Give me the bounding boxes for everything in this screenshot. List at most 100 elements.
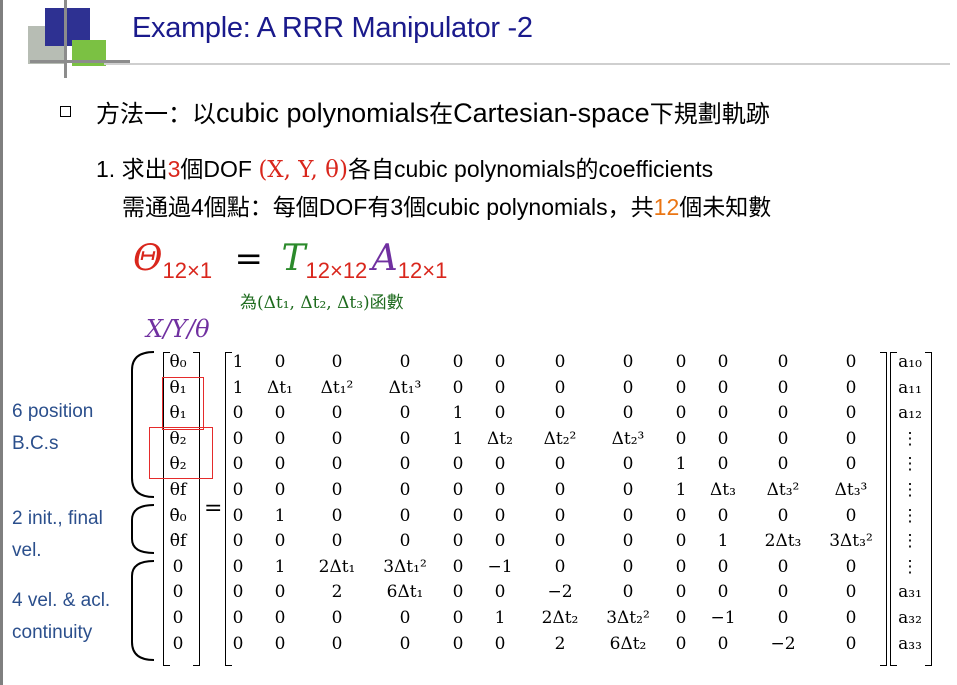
matrix-cell: 0 <box>232 608 244 628</box>
matrix-cell: 0 <box>232 582 244 603</box>
matrix-cell: 0 <box>494 531 506 552</box>
matrix-cell: 0 <box>675 582 687 603</box>
matrix-cell: 0 <box>274 633 286 654</box>
matrix-cell: 0 <box>232 505 244 526</box>
matrix-cell: 0 <box>717 403 729 424</box>
matrix-cell: 0 <box>717 454 729 475</box>
matrix-cell: 0 <box>777 556 789 577</box>
matrix-cell: Δt₁³ <box>388 377 422 398</box>
matrix-cell: 0 <box>845 556 857 577</box>
matrix-cell: 0 <box>554 480 566 500</box>
matrix-cell: 0 <box>717 633 729 654</box>
matrix-cell: 0 <box>845 633 857 654</box>
matrix-cell: 0 <box>675 377 687 398</box>
matrix-cell: 0 <box>274 531 286 552</box>
step-one-line: 1. 求出3個DOF (X, Y, θ)各自cubic polynomials的… <box>96 156 714 183</box>
matrix-cell: 0 <box>399 531 411 552</box>
matrix-cell: 0 <box>399 633 411 654</box>
matrix-cell: 0 <box>232 428 244 449</box>
matrix-cell: 0 <box>331 454 343 475</box>
matrix-cell: 0 <box>452 531 464 552</box>
square-bullet-icon <box>60 106 71 117</box>
matrix-cell: 1 <box>452 403 464 424</box>
matrix-cell: 0 <box>399 428 411 449</box>
function-note: 為(Δt₁, Δt₂, Δt₃)函數 <box>240 293 404 313</box>
slide: Example: A RRR Manipulator -2 方法一：以cubic… <box>0 0 957 685</box>
matrix-cell: 0 <box>554 377 566 398</box>
matrix-left-bracket <box>225 352 232 666</box>
matrix-cell: 0 <box>331 505 343 526</box>
rhs-vector-entry: a₃₂ <box>898 608 922 628</box>
rhs-vector-entry: a₃₃ <box>898 633 922 654</box>
matrix-cell: 0 <box>494 480 506 500</box>
matrix-cell: 0 <box>717 505 729 526</box>
rhs-vector-entry: ⋮ <box>901 480 919 500</box>
matrix-cell: 0 <box>274 352 286 372</box>
matrix-cell: 0 <box>777 505 789 526</box>
matrix-cell: 0 <box>777 352 789 372</box>
matrix-cell: 0 <box>622 403 634 424</box>
matrix-cell: 0 <box>554 505 566 526</box>
matrix-cell: 0 <box>494 403 506 424</box>
matrix-cell: 0 <box>452 608 464 628</box>
matrix-cell: 0 <box>675 428 687 449</box>
matrix-cell: 2 <box>554 633 566 654</box>
highlight-box-theta2 <box>149 427 213 479</box>
rhs-left-bracket <box>890 352 897 666</box>
matrix-cell: 0 <box>452 454 464 475</box>
matrix-cell: Δt₃³ <box>834 480 868 500</box>
rhs-vector-entry: ⋮ <box>901 454 919 475</box>
matrix-cell: 0 <box>452 633 464 654</box>
rhs-vector-entry: a₁₁ <box>898 377 922 398</box>
matrix-cell: Δt₂² <box>543 428 577 449</box>
rhs-vector-entry: a₃₁ <box>898 582 922 603</box>
matrix-cell: 0 <box>331 480 343 500</box>
velocity-label: 2 init., final vel. <box>12 508 103 561</box>
matrix-cell: 0 <box>452 556 464 577</box>
matrix-cell: 0 <box>717 428 729 449</box>
matrix-cell: 0 <box>777 377 789 398</box>
matrix-right-bracket <box>880 352 887 666</box>
matrix-cell: 0 <box>331 403 343 424</box>
matrix-cell: 0 <box>554 556 566 577</box>
matrix-cell: 0 <box>399 403 411 424</box>
matrix-cell: 0 <box>494 582 506 603</box>
matrix-cell: 0 <box>274 403 286 424</box>
matrix-cell: 0 <box>274 428 286 449</box>
lhs-vector-entry: 0 <box>172 556 184 577</box>
position-bc-label: 6 position B.C.s <box>12 401 94 454</box>
matrix-cell: 6Δt₂ <box>609 633 647 654</box>
equals-sign: = <box>204 496 223 521</box>
matrix-cell: 0 <box>554 454 566 475</box>
title-divider <box>104 63 950 65</box>
matrix-cell: 0 <box>675 505 687 526</box>
matrix-cell: Δt₁ <box>267 377 293 398</box>
matrix-cell: Δt₁² <box>320 377 354 398</box>
matrix-cell: 0 <box>622 480 634 500</box>
matrix-cell: 0 <box>777 582 789 603</box>
lhs-vector-entry: θ̇₀ <box>169 505 187 526</box>
rhs-vector-entry: ⋮ <box>901 531 919 552</box>
matrix-cell: 6Δt₁ <box>386 582 424 603</box>
matrix-cell: 0 <box>675 608 687 628</box>
lhs-vector-entry: 0 <box>172 633 184 654</box>
matrix-cell: 0 <box>452 377 464 398</box>
matrix-cell: 0 <box>274 582 286 603</box>
continuity-label: 4 vel. & acl. continuity <box>12 590 111 643</box>
lhs-vector-entry: θ̇f <box>169 531 187 552</box>
matrix-cell: 0 <box>845 505 857 526</box>
matrix-cell: 1 <box>675 480 687 500</box>
matrix-cell: 0 <box>777 608 789 628</box>
matrix-cell: 0 <box>399 454 411 475</box>
step-two-line: 需通過4個點：每個DOF有3個cubic polynomials，共12個未知數 <box>122 194 772 220</box>
matrix-cell: −1 <box>710 608 736 628</box>
matrix-cell: 2Δt₁ <box>318 556 356 577</box>
matrix-cell: 0 <box>554 403 566 424</box>
matrix-cell: 0 <box>452 582 464 603</box>
matrix-cell: 0 <box>232 531 244 552</box>
matrix-cell: −2 <box>770 633 796 654</box>
matrix-cell: 0 <box>232 480 244 500</box>
matrix-cell: 0 <box>845 454 857 475</box>
matrix-cell: 0 <box>232 633 244 654</box>
rhs-vector-entry: ⋮ <box>901 505 919 526</box>
